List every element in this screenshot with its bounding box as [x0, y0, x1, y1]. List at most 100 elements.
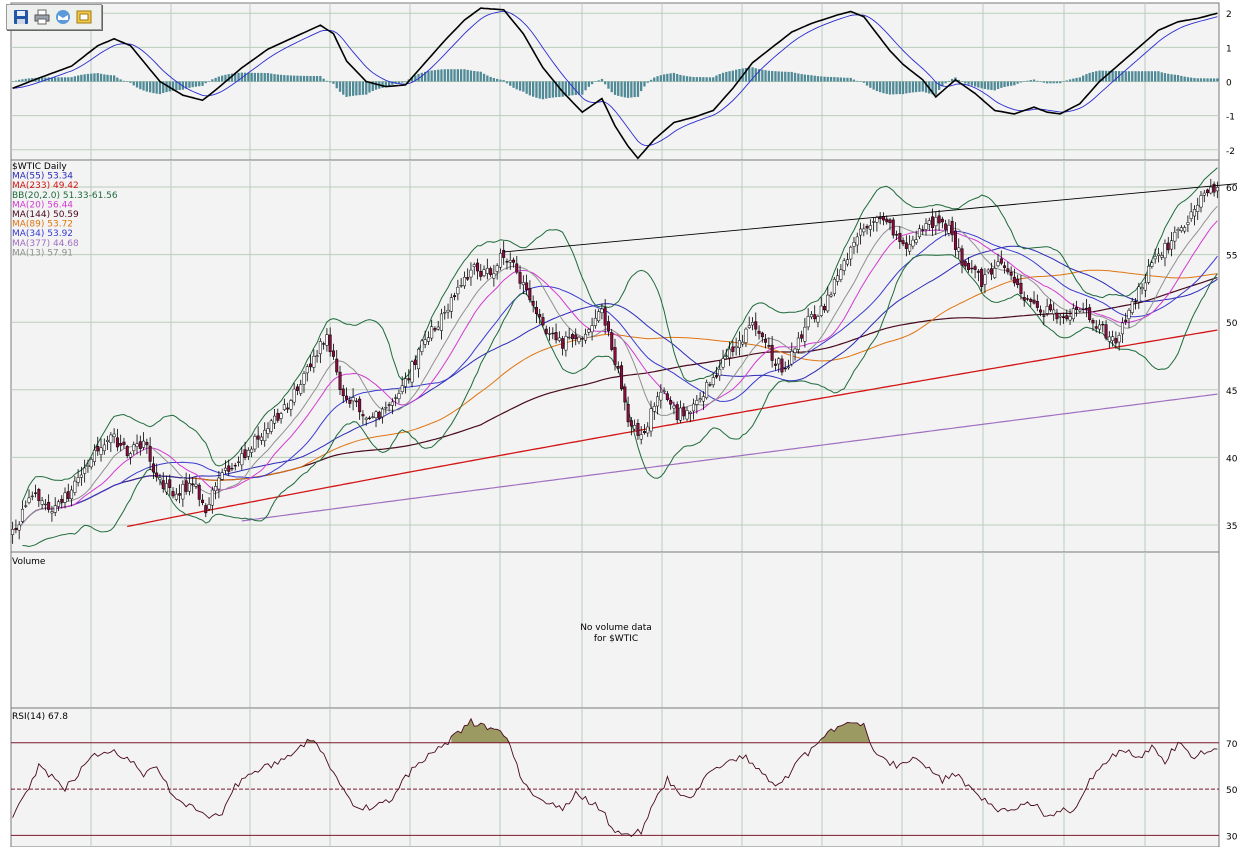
save-icon[interactable] — [12, 9, 29, 26]
candle — [534, 307, 538, 314]
macd-hist-bar — [286, 75, 289, 82]
macd-hist-bar — [892, 81, 895, 95]
candle — [289, 400, 293, 410]
macd-hist-bar — [116, 77, 119, 82]
email-icon[interactable] — [54, 9, 71, 26]
candle — [714, 375, 718, 378]
macd-hist-bar — [1075, 77, 1078, 82]
candle — [1081, 308, 1085, 310]
macd-hist-bar — [1019, 81, 1023, 83]
candle — [675, 404, 679, 420]
candle — [787, 366, 791, 369]
macd-hist-bar — [1183, 76, 1186, 82]
candle — [341, 388, 345, 397]
print-icon[interactable] — [33, 9, 50, 26]
macd-hist-bar — [427, 71, 430, 82]
macd-hist-bar — [561, 81, 564, 97]
candle — [538, 313, 542, 318]
candle — [394, 397, 398, 399]
candle — [459, 285, 463, 287]
macd-hist-bar — [856, 80, 859, 82]
macd-hist-bar — [643, 81, 646, 87]
macd-hist-bar — [803, 74, 806, 82]
candle — [132, 444, 136, 452]
candle — [315, 355, 319, 357]
legend-entry: MA(144) 50.59 — [12, 210, 79, 220]
macd-hist-bar — [525, 81, 528, 94]
macd-hist-bar — [289, 75, 293, 82]
macd-hist-bar — [865, 81, 869, 86]
candle — [109, 434, 113, 443]
candle — [826, 294, 830, 312]
candle — [554, 332, 558, 341]
macd-hist-bar — [515, 81, 518, 90]
candle — [335, 358, 339, 373]
macd-hist-bar — [194, 81, 198, 87]
candle — [1117, 335, 1121, 343]
macd-hist-bar — [1023, 81, 1026, 82]
macd-hist-bar — [813, 75, 816, 82]
price-tick-label: 50 — [1226, 319, 1238, 329]
candle — [1124, 319, 1128, 323]
candle — [665, 393, 669, 400]
macd-hist-bar — [816, 76, 820, 82]
candle — [40, 500, 44, 505]
candle — [158, 477, 162, 480]
candle — [413, 359, 417, 365]
macd-hist-bar — [257, 72, 260, 82]
candle — [420, 340, 424, 352]
candle — [1058, 315, 1062, 318]
candle — [1091, 320, 1095, 324]
candle — [1179, 227, 1183, 232]
candle — [1029, 298, 1033, 302]
candle — [1156, 253, 1160, 256]
macd-hist-bar — [807, 74, 810, 82]
macd-hist-bar — [505, 81, 509, 84]
macd-hist-bar — [198, 81, 201, 87]
export-icon[interactable] — [75, 9, 92, 26]
macd-hist-bar — [1046, 81, 1049, 84]
macd-hist-bar — [1131, 71, 1134, 82]
candle — [430, 326, 434, 339]
candle — [191, 483, 195, 485]
candle — [1068, 316, 1072, 321]
macd-hist-bar — [306, 75, 309, 82]
candle — [1104, 324, 1108, 339]
macd-hist-bar — [201, 81, 204, 86]
candle — [577, 336, 581, 343]
candle — [1048, 304, 1052, 311]
candle — [63, 492, 67, 503]
macd-hist-bar — [119, 79, 122, 82]
price-tick-label: 35 — [1226, 522, 1237, 532]
candle — [744, 328, 748, 343]
candle — [102, 444, 106, 451]
macd-hist-bar — [1160, 72, 1163, 82]
candle — [620, 365, 624, 390]
macd-hist-bar — [836, 77, 839, 82]
macd-hist-bar — [849, 77, 852, 82]
macd-hist-bar — [826, 76, 829, 82]
macd-hist-bar — [211, 79, 214, 82]
candle — [295, 386, 299, 391]
macd-hist-bar — [217, 76, 220, 82]
macd-hist-bar — [1016, 81, 1019, 84]
macd-hist-bar — [60, 77, 63, 82]
candle — [764, 339, 768, 343]
candle — [256, 435, 260, 440]
macd-hist-bar — [1212, 78, 1216, 82]
candle — [79, 474, 83, 478]
macd-hist-bar — [1052, 81, 1055, 84]
candle — [1009, 271, 1013, 276]
candle — [89, 458, 93, 468]
candle — [456, 286, 460, 295]
candle — [1153, 256, 1157, 260]
macd-hist-bar — [702, 77, 705, 82]
candle — [564, 336, 568, 351]
candle — [603, 307, 607, 326]
candle — [361, 414, 365, 417]
candle — [809, 314, 813, 318]
macd-hist-bar — [699, 77, 702, 82]
macd-hist-bar — [145, 81, 148, 92]
macd-hist-bar — [1144, 71, 1147, 82]
macd-hist-bar — [1137, 71, 1140, 82]
